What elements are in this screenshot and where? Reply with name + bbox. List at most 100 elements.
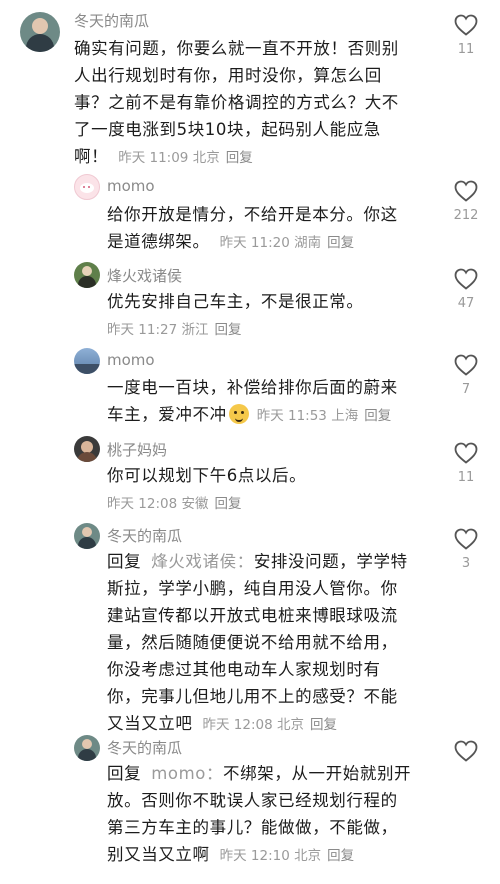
like-button[interactable]: 47 <box>448 268 484 311</box>
comment-line: 又当又立吧 昨天 12:08 北京 回复 <box>107 710 447 739</box>
comment-line: 放。否则你不耽误人家已经规划行程的 <box>107 791 398 810</box>
timestamp: 昨天 11:27 <box>107 322 178 338</box>
avatar[interactable] <box>74 523 100 549</box>
reply-button[interactable]: 回复 <box>226 150 253 166</box>
timestamp: 昨天 12:08 <box>202 717 273 733</box>
avatar[interactable] <box>74 436 100 462</box>
comment-line: 你可以规划下午6点以后。 <box>107 466 307 485</box>
comment-line: 给你开放是情分，不给开是本分。你这 <box>107 205 398 224</box>
comment-line: 斯拉，学学小鹏，纯自用没人管你。你 <box>107 579 398 598</box>
location: 湖南 <box>294 235 322 251</box>
heart-icon <box>454 528 478 550</box>
like-button[interactable]: 11 <box>448 442 484 485</box>
heart-icon <box>454 180 478 202</box>
comment-line: 回复 烽火戏诸侯：安排没问题，学学特 <box>107 548 447 575</box>
timestamp: 昨天 12:08 <box>107 496 178 512</box>
heart-icon <box>454 14 478 36</box>
comment-line: 了一度电涨到5块10块，起码别人能应急 <box>74 120 381 139</box>
location: 上海 <box>331 408 359 424</box>
username[interactable]: 烽火戏诸侯 <box>107 265 182 286</box>
comment-line: 昨天 12:08 安徽 回复 <box>107 489 447 518</box>
like-count: 212 <box>453 208 479 223</box>
comment-line: 建站宣传都以开放式电桩来博眼球吸流 <box>107 606 398 625</box>
location: 北京 <box>294 848 322 864</box>
timestamp: 昨天 12:10 <box>219 848 290 864</box>
comment-line: 是道德绑架。 昨天 11:20 湖南 回复 <box>107 228 447 257</box>
comment-line-text: 安排没问题，学学特 <box>253 552 408 571</box>
avatar[interactable] <box>74 262 100 288</box>
comment-line: 昨天 11:27 浙江 回复 <box>107 315 447 344</box>
reply-prefix: 回复 <box>107 764 142 783</box>
like-count: 11 <box>457 470 475 485</box>
comment-line-text: 不绑架，从一开始就别开 <box>223 764 412 783</box>
comment-line-text: 车主，爱冲不冲 <box>107 405 227 424</box>
like-button[interactable]: 3 <box>448 528 484 571</box>
reply-target-username[interactable]: momo： <box>151 764 223 783</box>
reply-target-username[interactable]: 烽火戏诸侯： <box>151 552 254 571</box>
username[interactable]: momo <box>107 351 155 369</box>
comment-line-text: 别又当又立啊 <box>107 845 210 864</box>
like-count: 3 <box>461 556 471 571</box>
location: 北京 <box>192 150 220 166</box>
like-button[interactable]: 7 <box>448 354 484 397</box>
like-count: 7 <box>461 382 471 397</box>
username[interactable]: 桃子妈妈 <box>107 439 167 460</box>
location: 浙江 <box>181 322 209 338</box>
comment-meta: 昨天 12:08 安徽 回复 <box>107 496 242 512</box>
smiling-face-emoji <box>228 404 249 424</box>
comment-line: 人出行规划时有你，用时没你，算怎么回 <box>74 66 382 85</box>
location: 安徽 <box>181 496 209 512</box>
timestamp: 昨天 11:20 <box>219 235 290 251</box>
reply-button[interactable]: 回复 <box>327 235 354 251</box>
reply-button[interactable]: 回复 <box>327 848 354 864</box>
username[interactable]: 冬天的南瓜 <box>107 525 182 546</box>
reply-button[interactable]: 回复 <box>364 408 391 424</box>
comment-text: 给你开放是情分，不给开是本分。你这 是道德绑架。 昨天 11:20 湖南 回复 <box>107 201 447 257</box>
comment-text: 优先安排自己车主，不是很正常。 昨天 11:27 浙江 回复 <box>107 288 447 344</box>
comment-text: 一度电一百块，补偿给排你后面的蔚来 车主，爱冲不冲 昨天 11:53 上海 回复 <box>107 374 447 430</box>
location: 北京 <box>277 717 304 733</box>
comment-text: 回复 momo：不绑架，从一开始就别开 放。否则你不耽误人家已经规划行程的 第三方… <box>107 760 447 870</box>
username[interactable]: momo <box>107 177 155 195</box>
comment-line: 事？之前不是有靠价格调控的方式么？大不 <box>74 93 399 112</box>
like-button[interactable]: 212 <box>448 180 484 223</box>
avatar[interactable] <box>74 174 100 200</box>
comment-text: 确实有问题，你要么就一直不开放！否则别 人出行规划时有你，用时没你，算怎么回 事… <box>74 35 444 172</box>
username[interactable]: 冬天的南瓜 <box>107 737 182 758</box>
comment-line: 一度电一百块，补偿给排你后面的蔚来 <box>107 378 398 397</box>
comment-meta: 昨天 11:27 浙江 回复 <box>107 322 242 338</box>
heart-icon <box>454 268 478 290</box>
comment-meta: 昨天 12:10 北京 回复 <box>220 848 355 864</box>
comment-line: 确实有问题，你要么就一直不开放！否则别 <box>74 39 399 58</box>
heart-icon <box>454 442 478 464</box>
comment-meta: 昨天 12:08 北京 回复 <box>203 717 338 733</box>
comment-text: 回复 烽火戏诸侯：安排没问题，学学特 斯拉，学学小鹏，纯自用没人管你。你 建站宣传… <box>107 548 447 739</box>
comment-line-text: 又当又立吧 <box>107 714 193 733</box>
comment-line: 你没考虑过其他电动车人家规划时有 <box>107 660 381 679</box>
avatar[interactable] <box>74 348 100 374</box>
comment-line-text: 是道德绑架。 <box>107 232 210 251</box>
comment-line: 啊！ 昨天 11:09 北京 回复 <box>74 143 444 172</box>
like-button[interactable]: 11 <box>448 14 484 57</box>
like-count: 47 <box>457 296 475 311</box>
avatar[interactable] <box>74 735 100 761</box>
comment-text: 你可以规划下午6点以后。 昨天 12:08 安徽 回复 <box>107 462 447 518</box>
heart-icon <box>454 740 478 762</box>
reply-button[interactable]: 回复 <box>310 717 337 733</box>
avatar[interactable] <box>20 12 60 52</box>
comment-line: 第三方车主的事儿？能做做，不能做， <box>107 818 398 837</box>
like-button[interactable] <box>448 740 484 768</box>
reply-button[interactable]: 回复 <box>215 322 242 338</box>
username[interactable]: 冬天的南瓜 <box>74 10 149 31</box>
comment-line-text: 啊！ <box>74 147 109 166</box>
reply-prefix: 回复 <box>107 552 142 571</box>
timestamp: 昨天 11:09 <box>118 150 189 166</box>
comment-line: 量，然后随随便便说不给用就不给用， <box>107 633 398 652</box>
comment-line: 别又当又立啊 昨天 12:10 北京 回复 <box>107 841 447 870</box>
comment-meta: 昨天 11:53 上海 回复 <box>257 408 392 424</box>
reply-button[interactable]: 回复 <box>215 496 242 512</box>
comment-line: 你，完事儿但地儿用不上的感受？不能 <box>107 687 398 706</box>
timestamp: 昨天 11:53 <box>256 408 327 424</box>
heart-icon <box>454 354 478 376</box>
comment-line: 优先安排自己车主，不是很正常。 <box>107 292 364 311</box>
